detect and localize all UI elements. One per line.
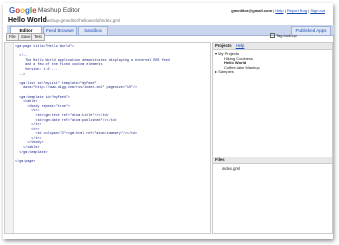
code-text[interactable]: <gm:page title="Hello World"> <!-- The H… bbox=[15, 45, 170, 164]
tag-lookup-toggle[interactable]: Tag look-up bbox=[270, 33, 297, 39]
sign-out-link[interactable]: Sign out bbox=[310, 8, 325, 13]
help-link[interactable]: Help bbox=[275, 8, 283, 13]
projects-header: Projects Help bbox=[213, 43, 332, 50]
projects-label: Projects bbox=[215, 43, 232, 48]
report-bug-link[interactable]: Report Bug bbox=[287, 8, 307, 13]
user-email: gmeditor@gmail.com bbox=[231, 8, 273, 13]
file-item[interactable]: index.gml bbox=[213, 164, 332, 171]
tag-lookup-label: Tag look-up bbox=[276, 33, 297, 38]
files-header: Files bbox=[213, 157, 332, 164]
project-title: Hello World bbox=[8, 17, 47, 24]
app-name: Mashup Editor bbox=[38, 7, 80, 14]
help-link-side[interactable]: Help bbox=[236, 43, 245, 48]
google-logo: Google bbox=[9, 6, 37, 15]
editor-toolbar: File Save Test bbox=[4, 33, 209, 41]
files-section: Files index.gml bbox=[213, 157, 332, 171]
line-gutter bbox=[5, 43, 14, 233]
file-button[interactable]: File bbox=[6, 33, 19, 41]
project-path: mashup-gmeditor/helloworld/index.gml bbox=[43, 18, 121, 23]
side-panel: Projects Help ▾ My Projects Hiking Cooln… bbox=[212, 42, 333, 234]
code-editor[interactable]: <gm:page title="Hello World"> <!-- The H… bbox=[4, 42, 211, 234]
checkbox-icon[interactable] bbox=[270, 33, 275, 39]
user-links: gmeditor@gmail.com | Help | Report Bug |… bbox=[231, 8, 325, 13]
samples-folder[interactable]: ▸ Samples bbox=[215, 70, 330, 75]
project-tree: ▾ My Projects Hiking Coolness Hello Worl… bbox=[213, 50, 332, 75]
test-button[interactable]: Test bbox=[31, 33, 45, 41]
tab-published-apps[interactable]: Published Apps bbox=[291, 26, 331, 35]
